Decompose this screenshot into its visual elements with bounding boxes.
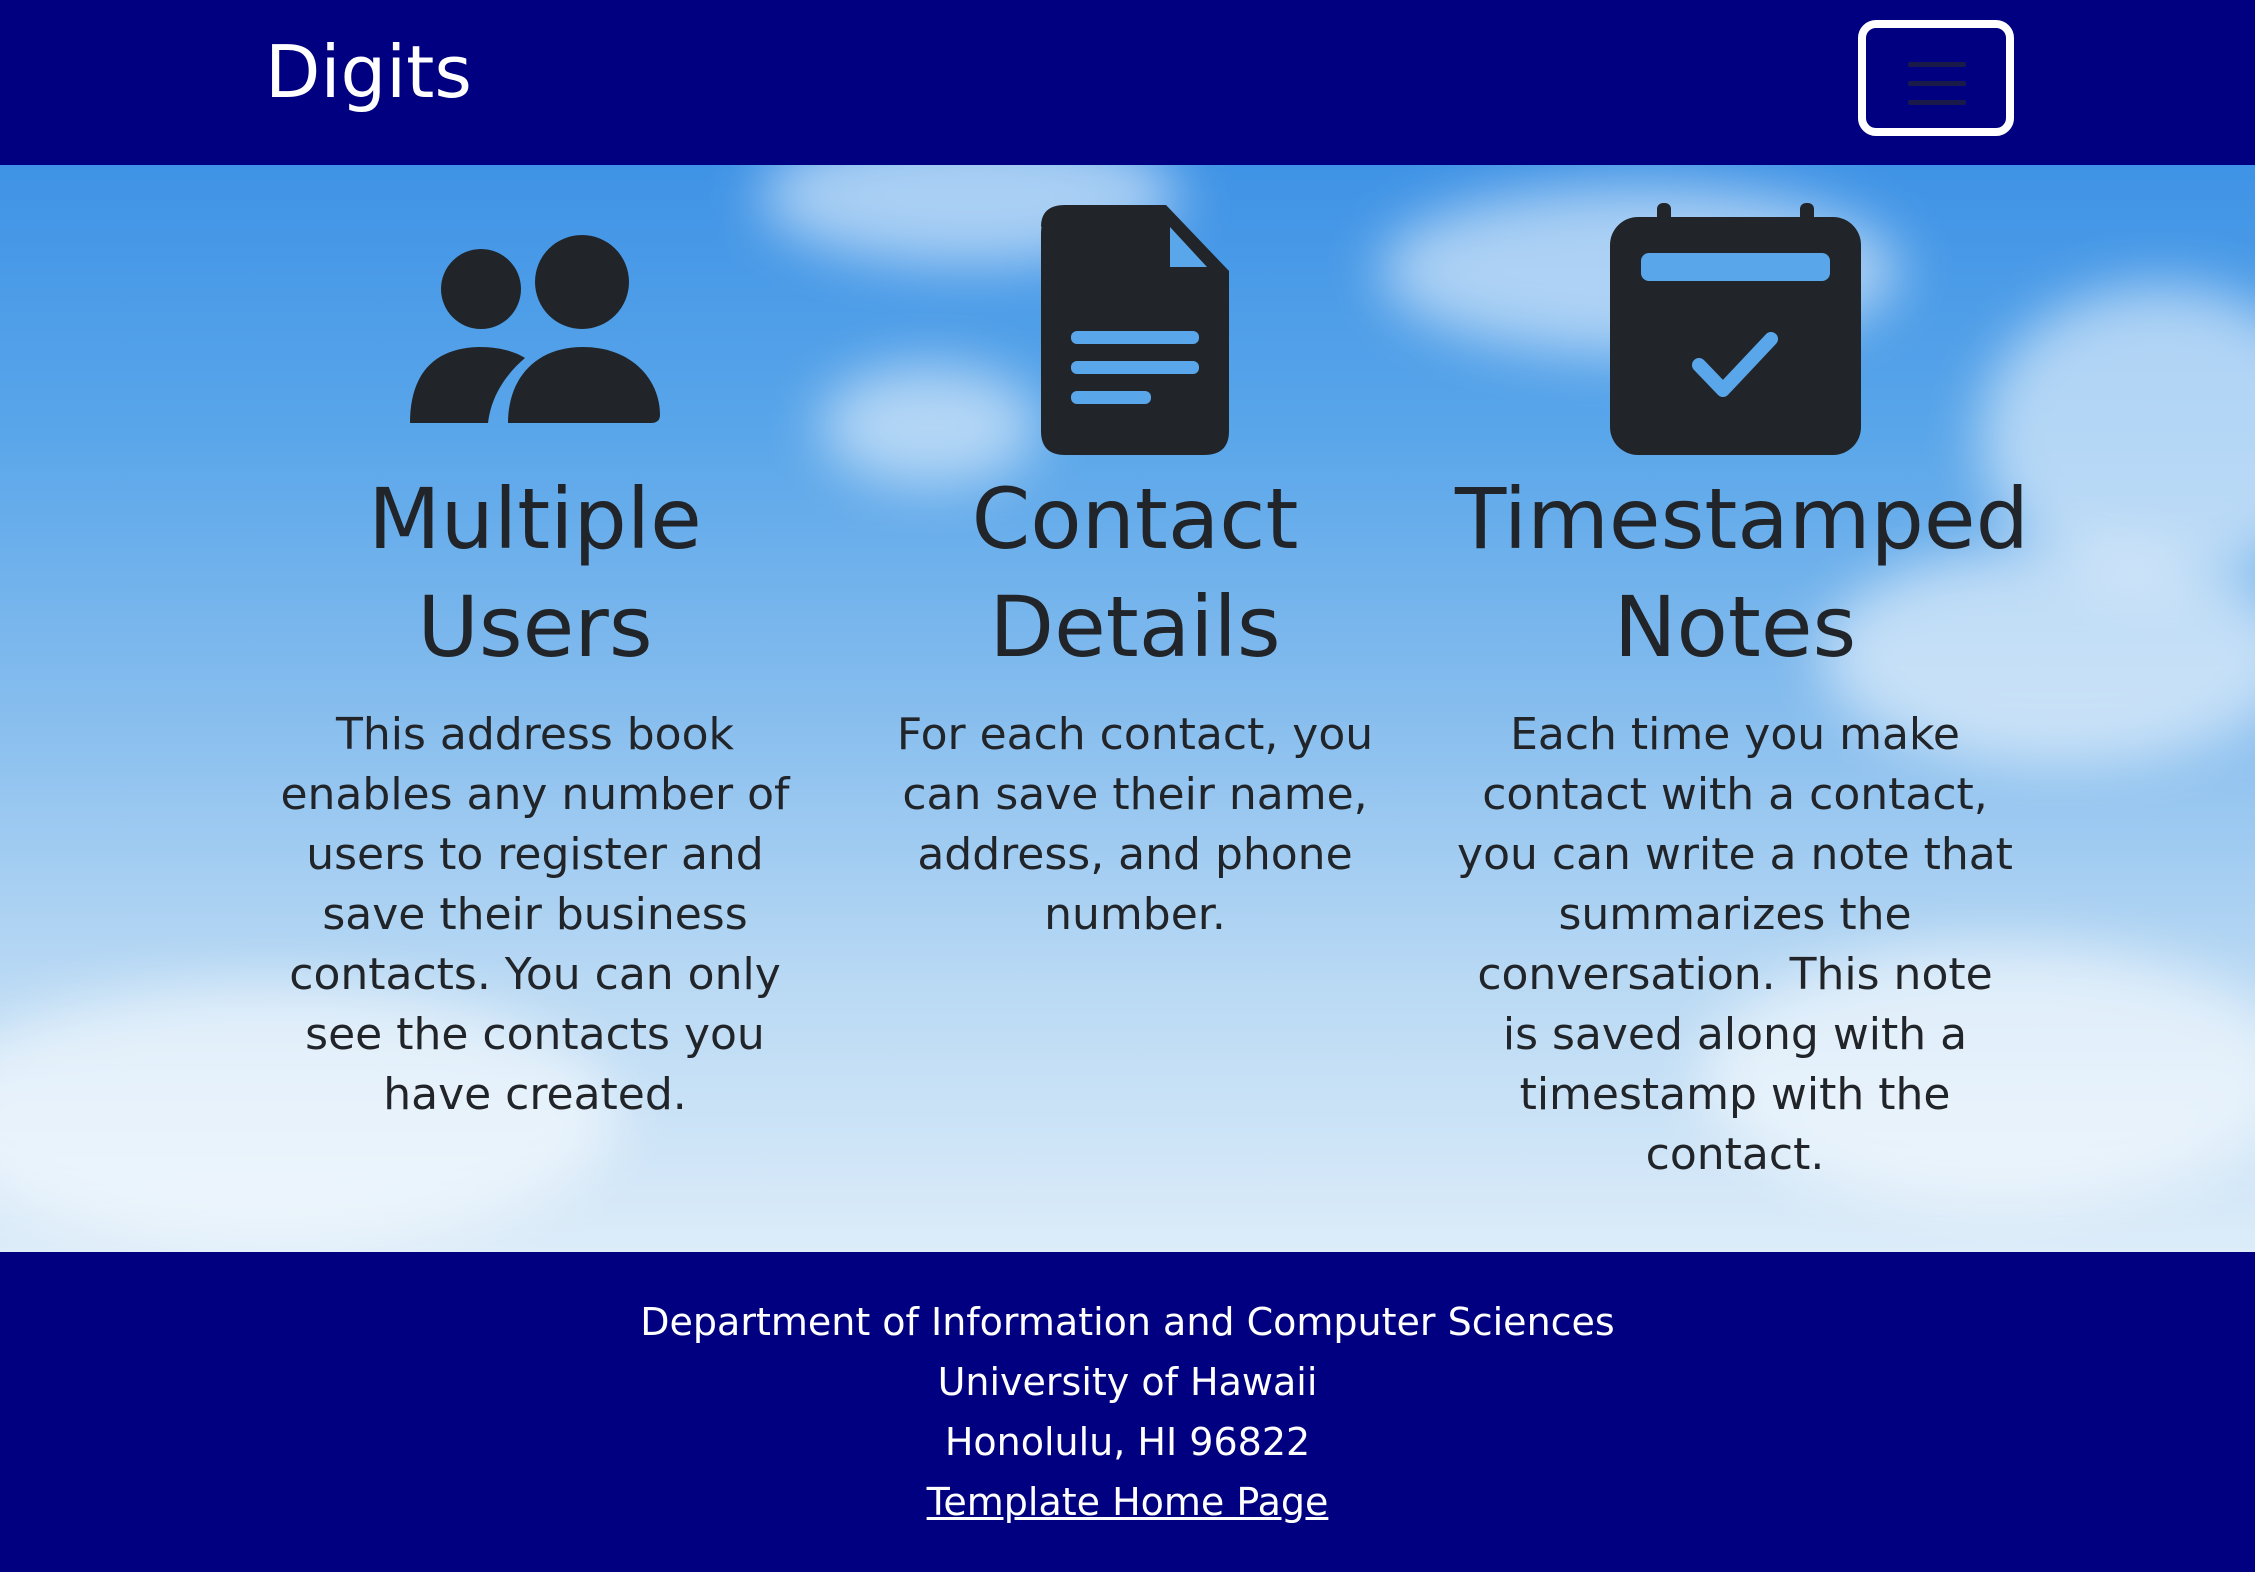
feature-title: Timestamped Notes <box>1455 470 2029 676</box>
feature-description: This address book enables any number of … <box>280 709 790 1120</box>
file-text-icon <box>1041 205 1229 455</box>
feature-description: For each contact, you can save their nam… <box>896 709 1374 940</box>
brand-logo-link[interactable]: Digits <box>265 28 472 116</box>
people-icon <box>410 235 660 423</box>
hamburger-menu-icon <box>1908 62 1966 119</box>
feature-contact-details: Contact Details For each contact, you can… <box>855 165 1415 945</box>
footer-university: University of Hawaii <box>937 1360 1318 1404</box>
feature-title: Multiple Users <box>368 470 702 676</box>
feature-timestamped-notes: Timestamped Notes Each time you make cont… <box>1455 165 2029 1185</box>
feature-description: Each time you make contact with a contac… <box>1457 709 2013 1180</box>
navbar: Digits <box>0 0 2255 165</box>
footer-department: Department of Information and Computer S… <box>640 1300 1615 1344</box>
footer-address: Honolulu, HI 96822 <box>944 1420 1311 1464</box>
navbar-toggle-button[interactable] <box>1858 20 2014 136</box>
calendar-check-icon <box>1610 203 1861 455</box>
template-home-page-link[interactable]: Template Home Page <box>927 1480 1329 1524</box>
feature-multiple-users: Multiple Users This address book enables … <box>255 165 815 1125</box>
feature-title: Contact Details <box>971 470 1299 676</box>
footer: Department of Information and Computer S… <box>0 1252 2255 1572</box>
landing-hero: Multiple Users This address book enables … <box>0 165 2255 1252</box>
